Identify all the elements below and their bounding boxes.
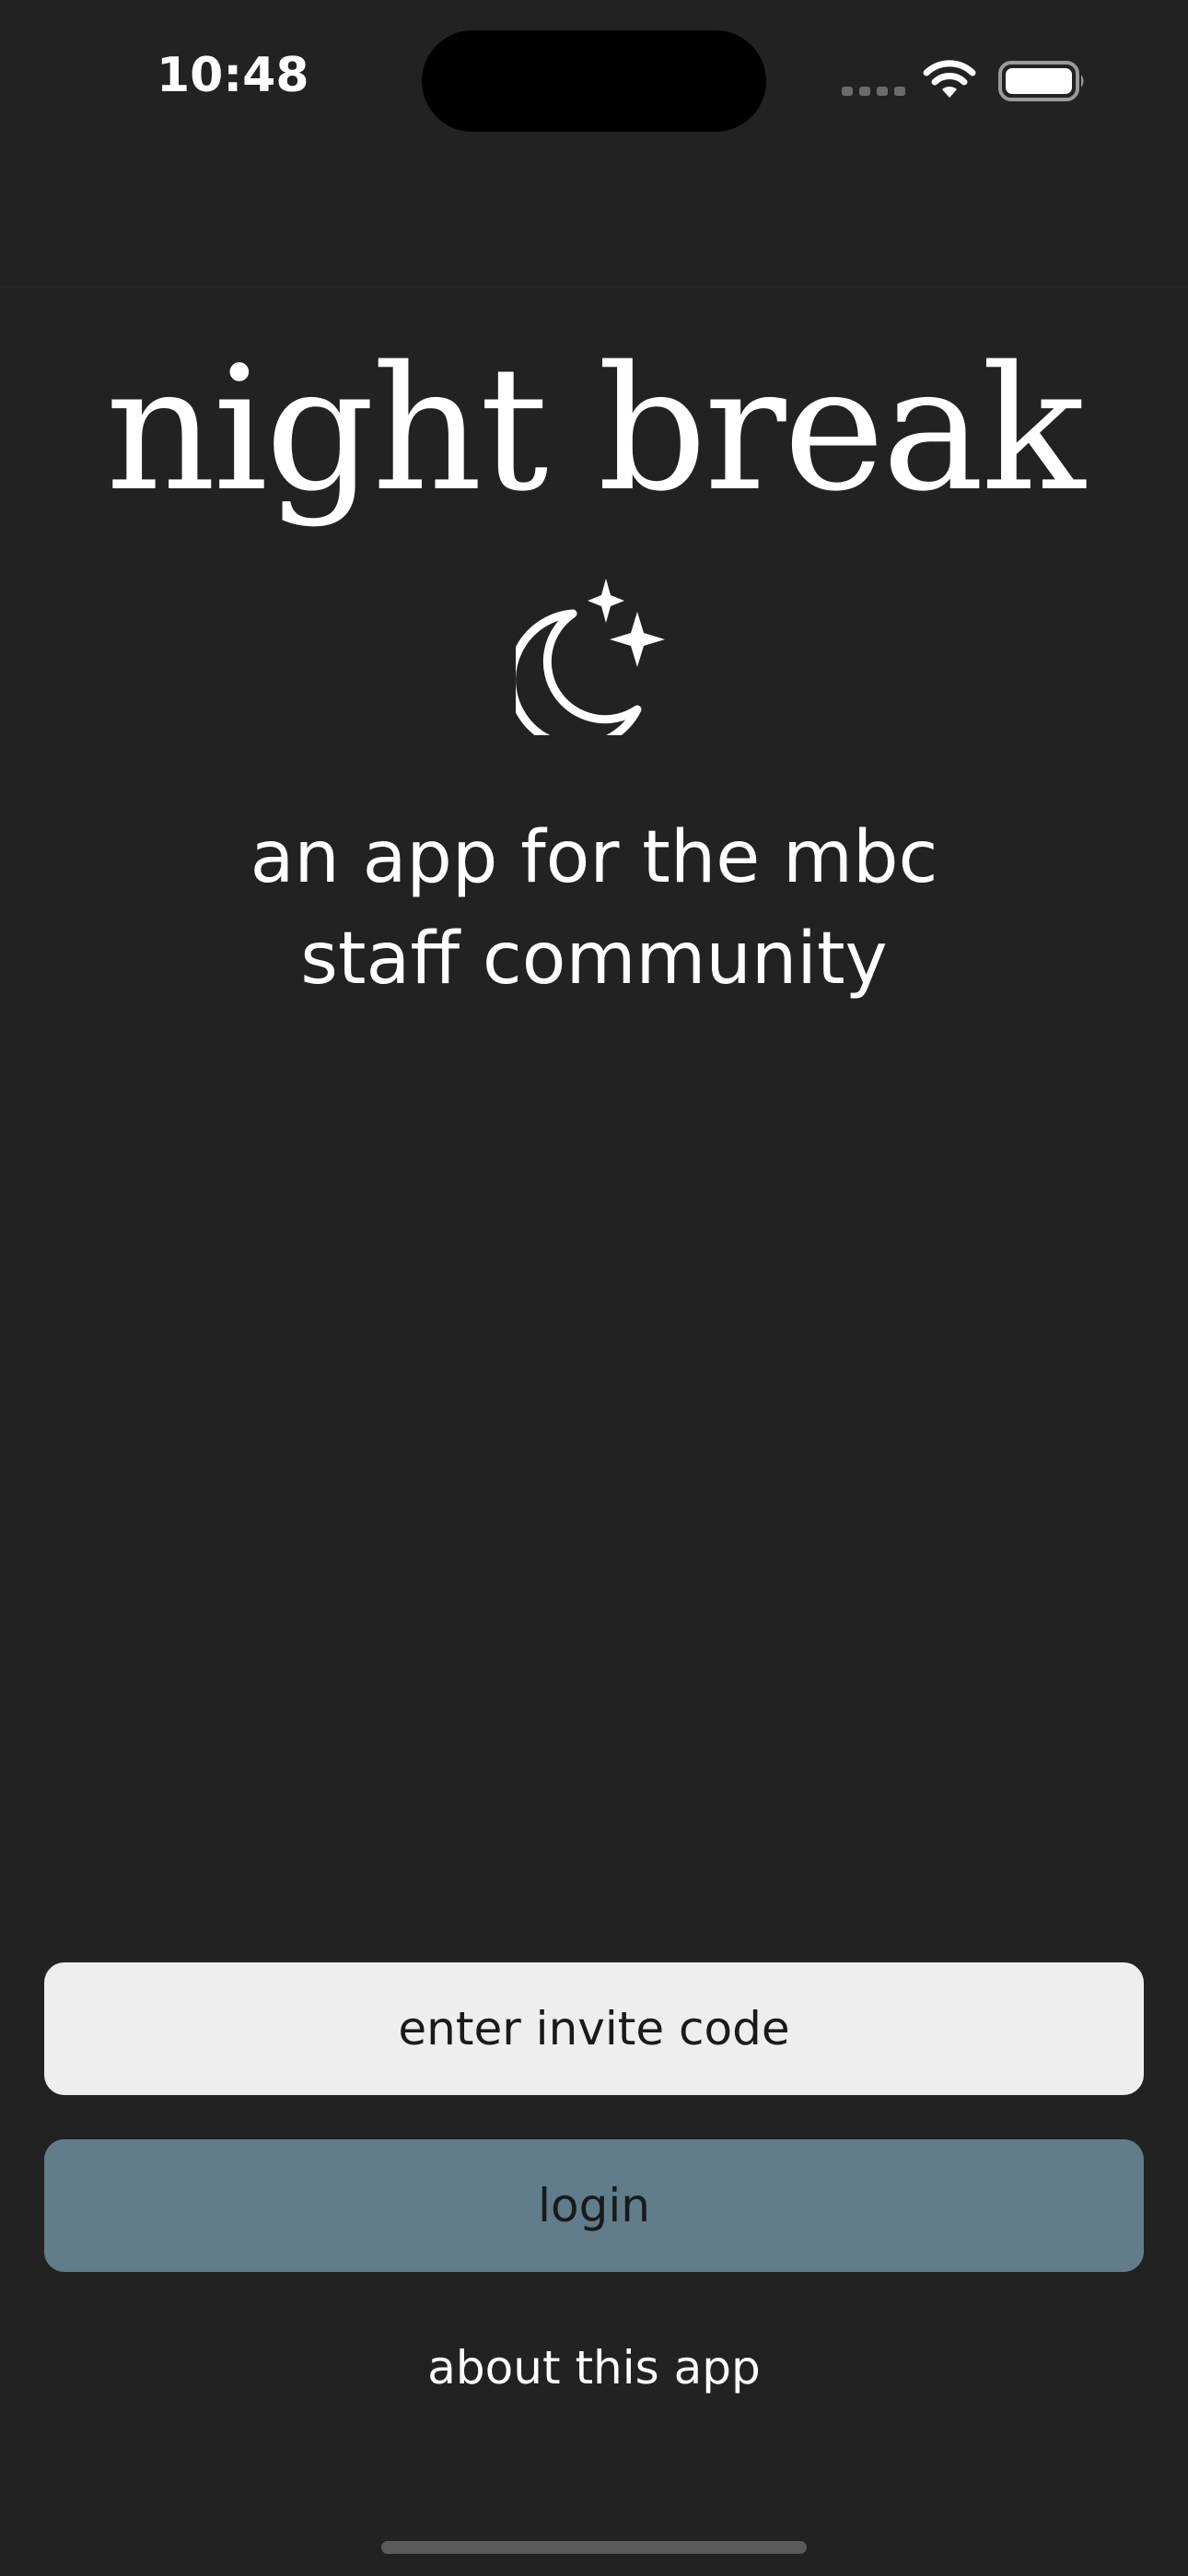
cellular-signal-icon	[842, 87, 905, 96]
about-app-link[interactable]: about this app	[318, 2331, 870, 2405]
battery-icon	[998, 61, 1084, 101]
enter-invite-code-button[interactable]: enter invite code	[44, 1962, 1144, 2095]
header-divider	[0, 286, 1188, 287]
tagline-line-1: an app for the mbc	[250, 816, 938, 899]
status-time: 10:48	[157, 48, 309, 103]
dynamic-island	[422, 30, 766, 132]
home-indicator[interactable]	[381, 2541, 807, 2554]
app-title: night break	[105, 329, 1086, 529]
tagline-line-2: staff community	[300, 918, 888, 1001]
wifi-icon	[923, 60, 976, 98]
login-button[interactable]: login	[44, 2139, 1144, 2272]
moon-stars-icon	[516, 579, 665, 735]
app-tagline: an app for the mbc staff community	[134, 807, 1054, 1010]
